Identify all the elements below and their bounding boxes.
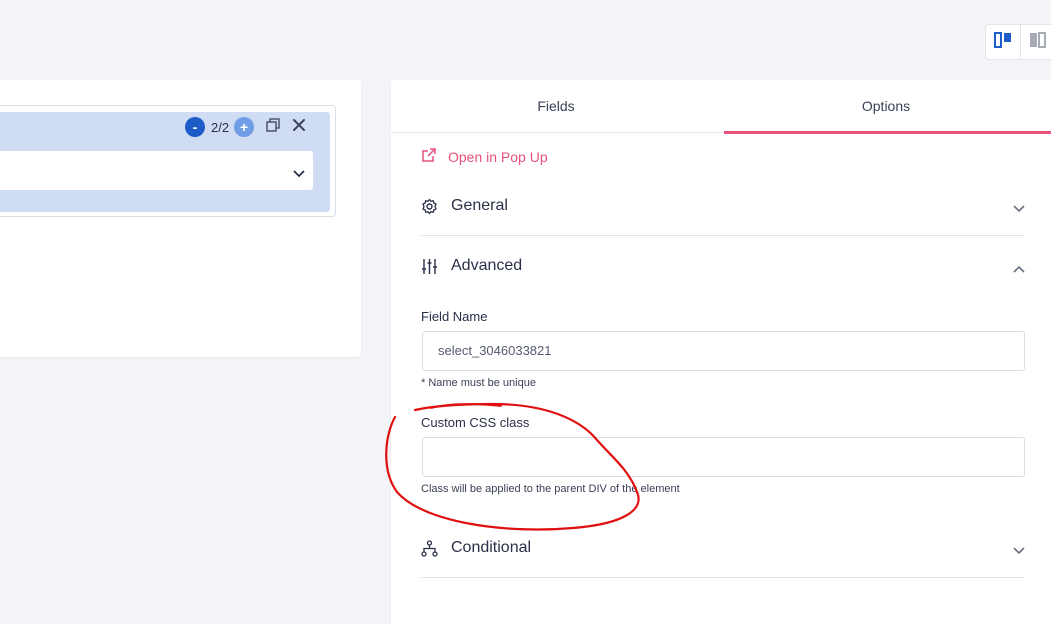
instance-counter: 2/2 — [211, 119, 230, 135]
tab-fields[interactable]: Fields — [391, 80, 721, 132]
gear-icon — [421, 198, 438, 215]
divider — [421, 577, 1025, 578]
panel-view-icon — [1029, 31, 1047, 53]
field-card-controls: - 2/2 + — [185, 117, 306, 137]
section-advanced-header[interactable]: Advanced — [421, 254, 1025, 278]
tab-options[interactable]: Options — [721, 80, 1051, 132]
open-in-popup-label: Open in Pop Up — [448, 148, 548, 165]
layout-toggle — [985, 24, 1051, 60]
section-conditional-header[interactable]: Conditional — [421, 536, 1025, 560]
section-conditional-title: Conditional — [451, 539, 532, 556]
settings-panel: Fields Options Open in Pop Up General Ad… — [391, 80, 1051, 624]
sliders-icon — [421, 258, 438, 275]
close-icon[interactable] — [292, 118, 306, 137]
css-class-help: Class will be applied to the parent DIV … — [421, 483, 680, 495]
select-field-card[interactable]: - 2/2 + — [0, 105, 336, 217]
settings-tabs: Fields Options — [391, 80, 1051, 134]
css-class-label: Custom CSS class — [421, 415, 530, 430]
section-general-title: General — [451, 197, 508, 214]
panel-view-button[interactable] — [1021, 25, 1051, 59]
field-name-label: Field Name — [421, 309, 488, 324]
add-instance-button[interactable]: + — [234, 117, 255, 137]
open-in-popup-link[interactable]: Open in Pop Up — [421, 147, 548, 166]
select-dropdown[interactable] — [0, 151, 313, 190]
remove-instance-button[interactable]: - — [185, 117, 205, 137]
field-name-input[interactable]: select_3046033821 — [422, 331, 1025, 371]
form-canvas: - 2/2 + — [0, 80, 361, 357]
split-view-button[interactable] — [986, 25, 1021, 59]
chevron-down-icon — [1013, 200, 1025, 218]
chevron-down-icon — [1013, 542, 1025, 560]
field-name-help: * Name must be unique — [421, 377, 536, 389]
chevron-up-icon — [1013, 260, 1025, 278]
split-view-icon — [994, 31, 1012, 53]
duplicate-icon[interactable] — [266, 117, 280, 137]
chevron-down-icon — [293, 165, 305, 183]
section-general-header[interactable]: General — [421, 194, 1025, 218]
select-field-highlight: - 2/2 + — [0, 112, 330, 212]
branch-icon — [421, 539, 438, 557]
external-link-icon — [421, 147, 448, 166]
active-tab-indicator — [724, 131, 1051, 134]
divider — [421, 235, 1025, 236]
css-class-input[interactable] — [422, 437, 1025, 477]
section-advanced-title: Advanced — [451, 257, 523, 274]
